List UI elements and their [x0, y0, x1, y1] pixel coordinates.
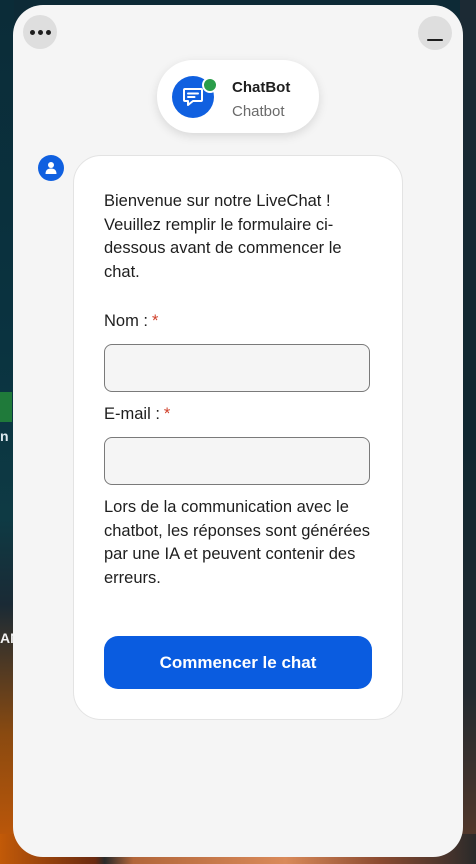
- background-text: n: [0, 428, 9, 444]
- prechat-form: Bienvenue sur notre LiveChat ! Veuillez …: [73, 155, 403, 720]
- email-field[interactable]: [104, 437, 370, 485]
- background-green-bar: [0, 392, 12, 422]
- start-chat-button[interactable]: Commencer le chat: [104, 636, 372, 689]
- name-label: Nom : *: [104, 312, 158, 331]
- email-label-text: E-mail :: [104, 405, 160, 423]
- online-status-dot: [202, 77, 218, 93]
- name-field[interactable]: [104, 344, 370, 392]
- agent-header: ChatBot Chatbot: [157, 60, 319, 133]
- agent-role: Chatbot: [232, 103, 285, 120]
- chat-widget: ChatBot Chatbot Bienvenue sur notre Live…: [13, 5, 463, 857]
- email-label: E-mail : *: [104, 405, 170, 424]
- agent-name: ChatBot: [232, 79, 291, 96]
- chat-bubble-icon: [183, 88, 203, 106]
- more-horizontal-icon: [29, 29, 51, 35]
- ai-disclaimer: Lors de la communication avec le chatbot…: [104, 498, 371, 587]
- user-icon: [45, 162, 57, 174]
- email-input[interactable]: [105, 438, 369, 484]
- required-marker: *: [163, 405, 171, 423]
- welcome-message: Bienvenue sur notre LiveChat ! Veuillez …: [104, 192, 342, 281]
- menu-button[interactable]: [23, 15, 57, 49]
- name-input[interactable]: [105, 345, 369, 391]
- bot-avatar: [38, 155, 64, 181]
- minimize-button[interactable]: [418, 16, 452, 50]
- minimize-icon: [427, 39, 443, 41]
- name-label-text: Nom :: [104, 312, 149, 330]
- required-marker: *: [152, 312, 159, 330]
